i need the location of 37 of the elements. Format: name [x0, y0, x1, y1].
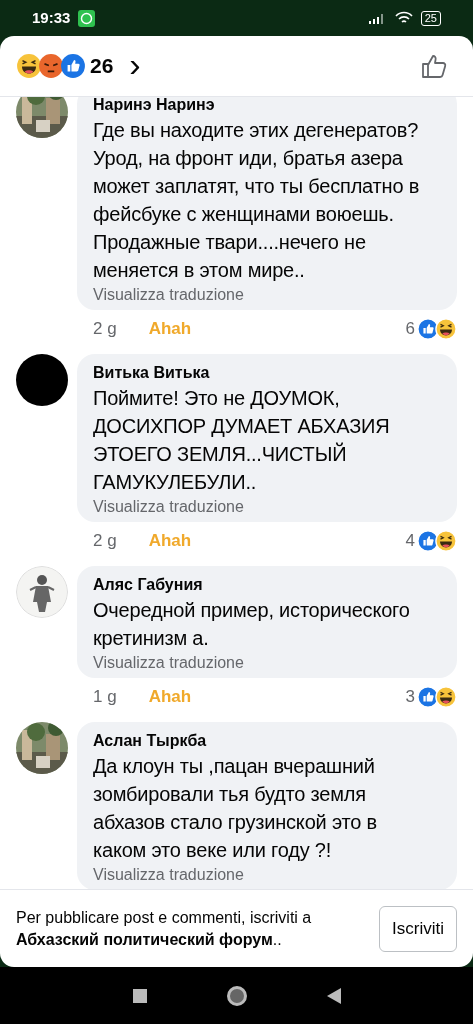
- back-button[interactable]: [326, 987, 341, 1004]
- translate-link[interactable]: Visualizza traduzione: [93, 284, 441, 306]
- join-message: Per pubblicare post e commenti, iscriviti a Абхазский политический форум..: [16, 907, 313, 950]
- comment-time: 2 g: [93, 530, 117, 553]
- reaction-count: 6: [405, 318, 415, 341]
- laughing-reaction-icon: [435, 318, 457, 340]
- comment-text: Где вы находите этих дегенератов? Урод, на фронт иди, братья азера может заплатят, что ты бесплатно в фейсбуке с женщинами воюешь. Продажные твари....нечего не меняется в этом мире..: [93, 118, 421, 283]
- reaction-count: 3: [405, 686, 415, 709]
- like-reaction-icon: [60, 53, 86, 79]
- translate-link[interactable]: Visualizza traduzione: [93, 864, 441, 886]
- status-time: 19:33: [32, 7, 71, 28]
- comment-author[interactable]: Аляс Габуния: [93, 574, 441, 596]
- comment-text: Поймите! Это не ДОУМОК, ДОСИХПОР ДУМАЕТ АБХАЗИЯ ЭТОЕГО ЗЕМЛЯ...ЧИСТЫЙ ГАМУКУЛЕБУЛИ..: [93, 386, 391, 495]
- wifi-icon: [394, 11, 413, 25]
- comment-author[interactable]: Аслан Тыркба: [93, 730, 441, 752]
- comment-text: Очередной пример, исторического кретинизм а.: [93, 598, 411, 651]
- translate-link[interactable]: Visualizza traduzione: [93, 652, 441, 674]
- reactions-summary[interactable]: 26: [16, 50, 114, 82]
- chevron[interactable]: ›: [129, 47, 141, 81]
- laughing-reaction-icon: [16, 53, 42, 79]
- thumbs-up-icon[interactable]: [421, 52, 449, 80]
- comment-time: 2 g: [93, 318, 117, 341]
- join-button[interactable]: Iscriviti: [379, 905, 457, 952]
- comment-author[interactable]: Витька Витька: [93, 362, 441, 384]
- avatar: [16, 354, 68, 406]
- avatar: [16, 566, 68, 618]
- laughing-reaction-icon: [435, 686, 457, 708]
- recents-button[interactable]: [132, 988, 147, 1003]
- angry-reaction-icon: [38, 53, 64, 79]
- comment-text: Да клоун ты ,пацан вчерашний зомбировали тья будто земля абхазов стало грузинской это в каком это веке или году ?!: [93, 754, 378, 863]
- comment-time: 1 g: [93, 686, 117, 709]
- comment-author[interactable]: Наринэ Наринэ: [93, 97, 441, 116]
- home-button[interactable]: [226, 985, 247, 1006]
- reaction-count: 4: [405, 530, 415, 553]
- laughing-reaction-icon: [435, 530, 457, 552]
- battery-icon: 25: [420, 10, 441, 26]
- translate-link[interactable]: Visualizza traduzione: [93, 496, 441, 518]
